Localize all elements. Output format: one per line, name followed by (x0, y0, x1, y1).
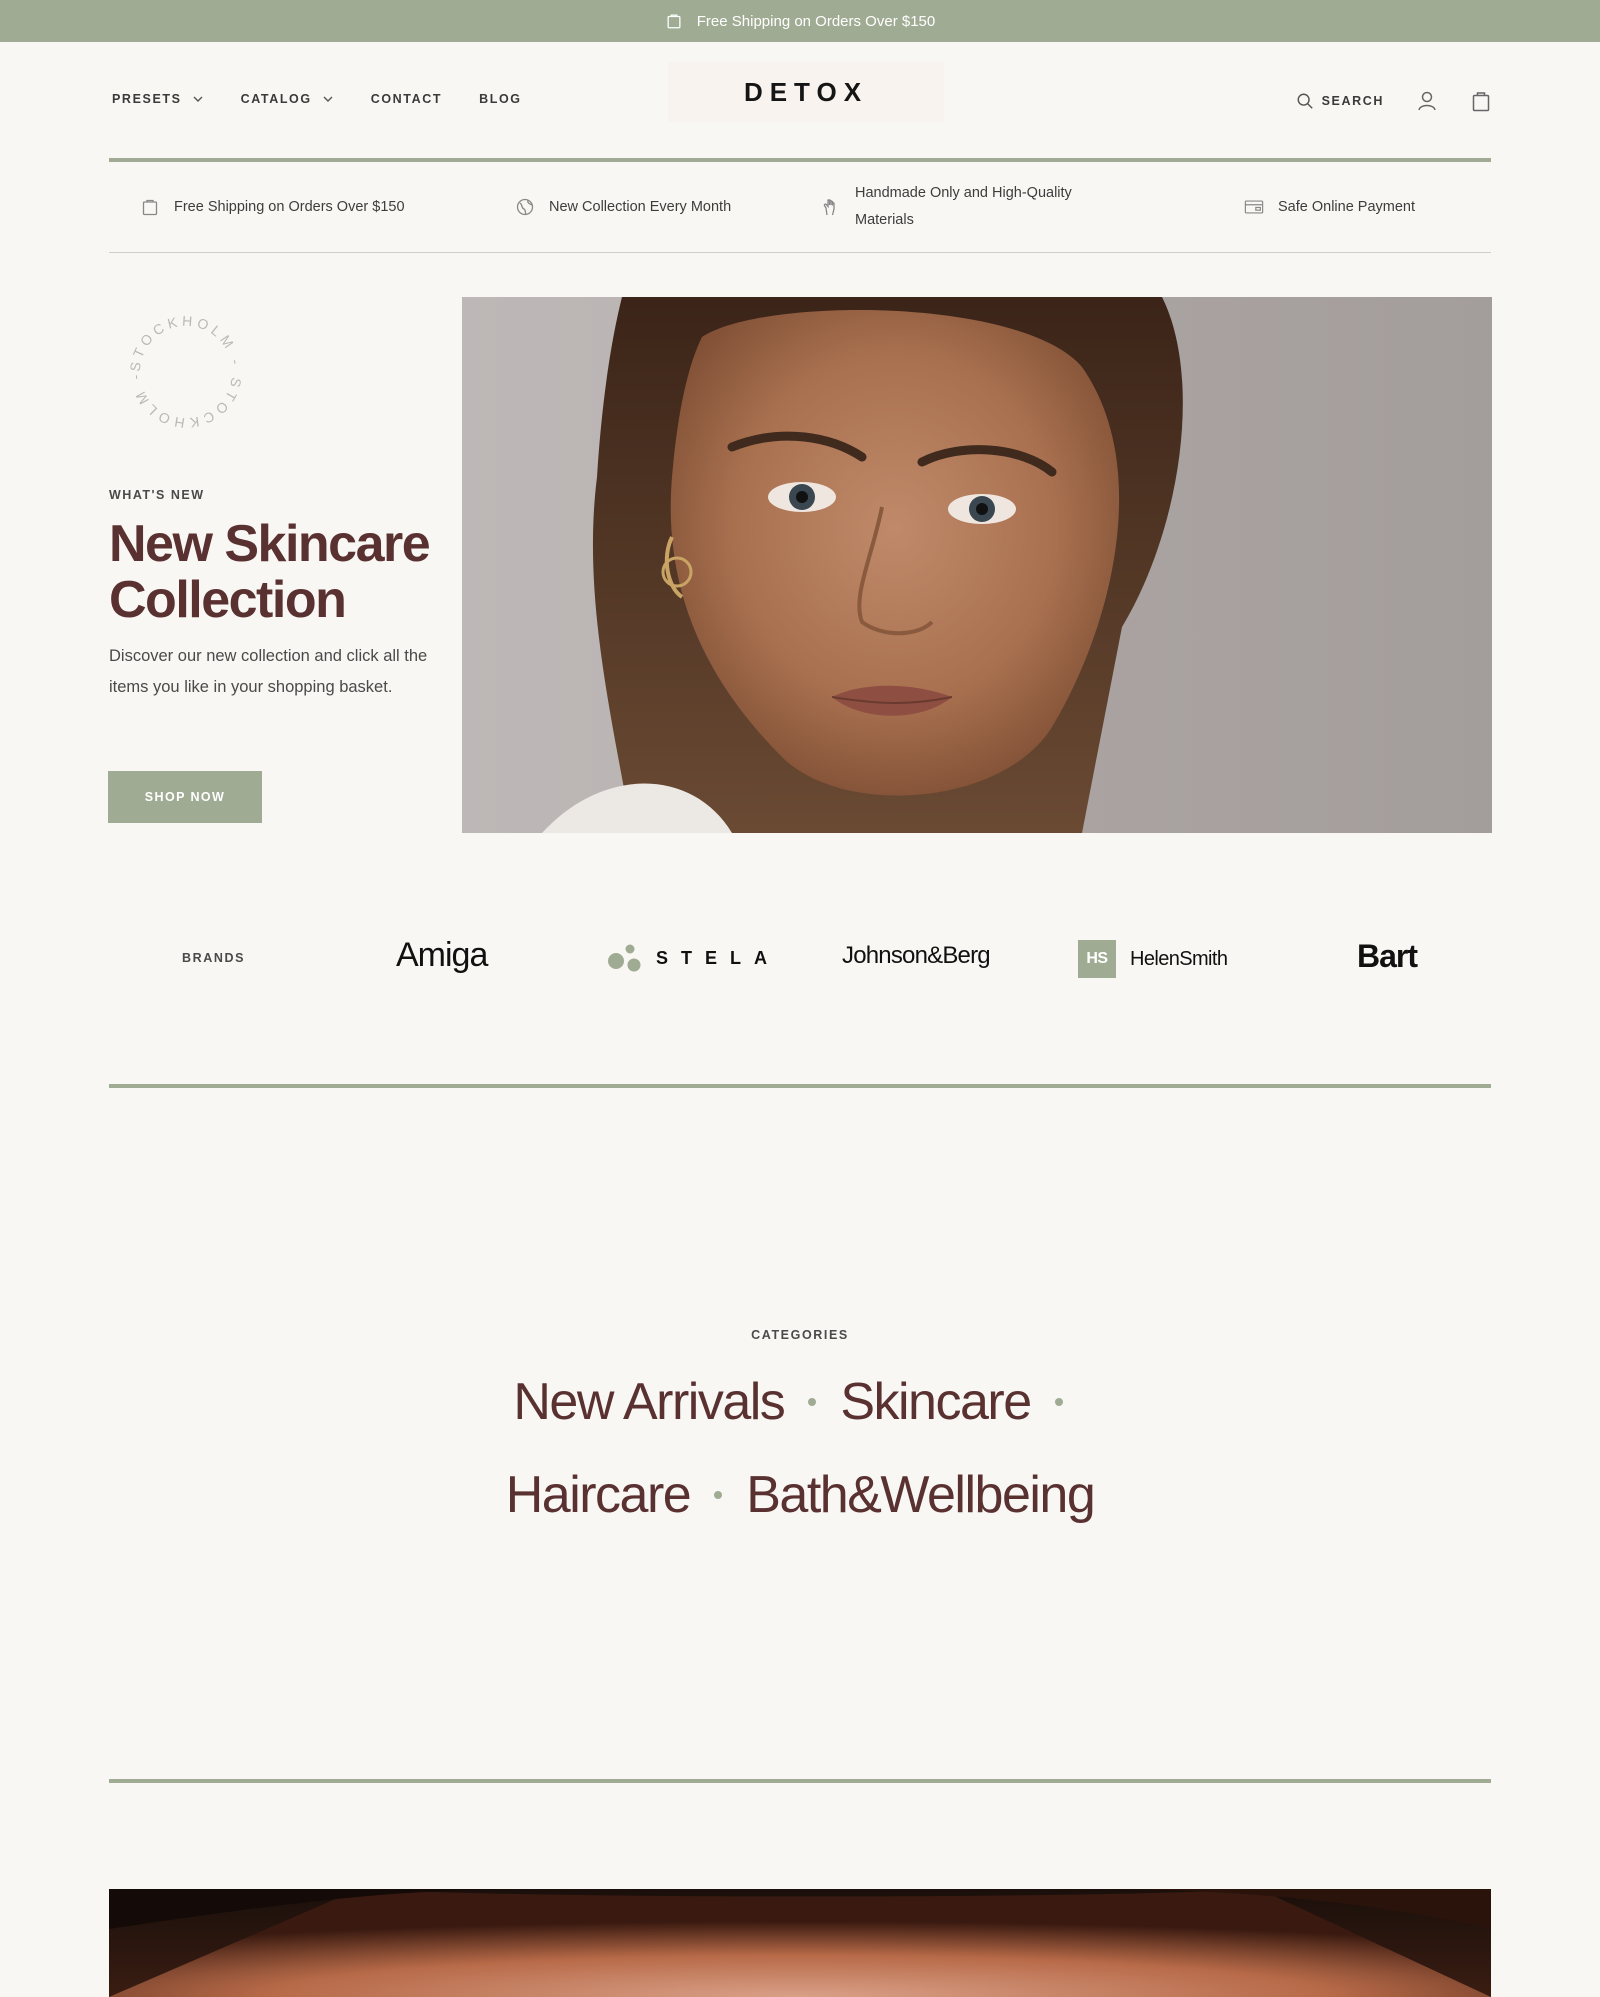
search-icon (1297, 93, 1313, 109)
search-button[interactable]: SEARCH (1296, 92, 1384, 110)
feature-text: Safe Online Payment (1278, 198, 1416, 215)
nav-contact[interactable]: CONTACT (371, 92, 442, 106)
logo-link[interactable]: DETOX (668, 62, 944, 122)
stela-dots-icon (608, 944, 641, 972)
feature-text: Handmade Only and High-Quality Materials (855, 185, 1072, 228)
brand-stela-logo[interactable]: STELA (606, 943, 780, 973)
brands-label: BRANDS (182, 951, 246, 965)
announcement-text: Free Shipping on Orders Over $150 (696, 12, 936, 30)
hero-portrait-illustration (542, 297, 1183, 833)
chevron-down-icon (193, 96, 203, 102)
section-divider (109, 1084, 1491, 1088)
section-divider (109, 1779, 1491, 1783)
brand-stela-name: STELA (656, 947, 781, 968)
separator-dot (714, 1491, 723, 1499)
feature-text: New Collection Every Month (549, 198, 732, 215)
announcement-bar: Free Shipping on Orders Over $150 (0, 0, 1600, 42)
cart-icon[interactable] (1470, 90, 1492, 112)
categories-row-2: Haircare Bath&Wellbeing (0, 1465, 1600, 1525)
features-strip: Free Shipping on Orders Over $150 New Co… (109, 162, 1491, 253)
separator-dot (808, 1398, 817, 1406)
feature-collection: New Collection Every Month (515, 162, 731, 252)
stamp-text: STOCKHOLM - STOCKHOLM - (127, 313, 241, 432)
bag-icon (667, 14, 681, 29)
feature-shipping: Free Shipping on Orders Over $150 (140, 162, 405, 252)
category-haircare[interactable]: Haircare (506, 1465, 692, 1525)
feature-text: Free Shipping on Orders Over $150 (174, 198, 405, 215)
feature-handmade: Handmade Only and High-Quality Materials (821, 162, 1111, 252)
feature-payment: Safe Online Payment (1244, 162, 1415, 252)
nav-presets[interactable]: PRESETS (112, 92, 204, 106)
nav-catalog-label: CATALOG (240, 92, 312, 106)
brand-hs-mark: HS (1078, 940, 1116, 978)
brand-bart-logo[interactable]: Bart (1357, 938, 1418, 975)
hero-title: New Skincare Collection (109, 515, 431, 629)
hero-image (462, 297, 1492, 833)
chevron-down-icon (323, 96, 333, 102)
category-new-arrivals[interactable]: New Arrivals (513, 1372, 785, 1432)
hand-icon (823, 199, 835, 216)
svg-text:STOCKHOLM - STOCKHOLM -: STOCKHOLM - STOCKHOLM - (127, 313, 245, 432)
site-header: PRESETS CATALOG CONTACT BLOG DETOX SEARC… (0, 42, 1600, 160)
separator-dot (1054, 1398, 1063, 1406)
bag-icon (142, 199, 158, 216)
brand-helensmith-logo[interactable]: HS HelenSmith (1078, 940, 1228, 978)
header-actions: SEARCH (1296, 90, 1492, 112)
hero-text: Discover our new collection and click al… (109, 647, 428, 696)
brand-amiga-logo[interactable]: Amiga (396, 936, 488, 975)
stockholm-stamp: STOCKHOLM - STOCKHOLM - (127, 313, 245, 432)
globe-icon (516, 198, 534, 216)
logo: DETOX (743, 76, 869, 107)
nav-blog[interactable]: BLOG (479, 92, 522, 106)
search-label: SEARCH (1321, 94, 1384, 108)
nav-contact-label: CONTACT (370, 92, 443, 106)
card-icon (1244, 200, 1264, 214)
featured-image (109, 1889, 1491, 1997)
nav-catalog[interactable]: CATALOG (241, 92, 334, 106)
account-icon[interactable] (1416, 90, 1438, 112)
category-skincare[interactable]: Skincare (840, 1372, 1032, 1432)
shop-now-button[interactable]: SHOP NOW (108, 771, 262, 823)
categories-row-1: New Arrivals Skincare (0, 1372, 1600, 1432)
nav-presets-label: PRESETS (112, 92, 182, 106)
main-nav: PRESETS CATALOG CONTACT BLOG (112, 92, 559, 106)
brand-hs-name: HelenSmith (1130, 947, 1228, 970)
hero-eyebrow: WHAT'S NEW (109, 488, 205, 502)
category-bath-wellbeing[interactable]: Bath&Wellbeing (746, 1465, 1096, 1525)
brand-johnsonberg-logo[interactable]: Johnson&Berg (842, 942, 991, 970)
featured-image-illustration (109, 1889, 1491, 1997)
nav-blog-label: BLOG (479, 92, 522, 106)
categories-label: CATEGORIES (751, 1328, 849, 1342)
